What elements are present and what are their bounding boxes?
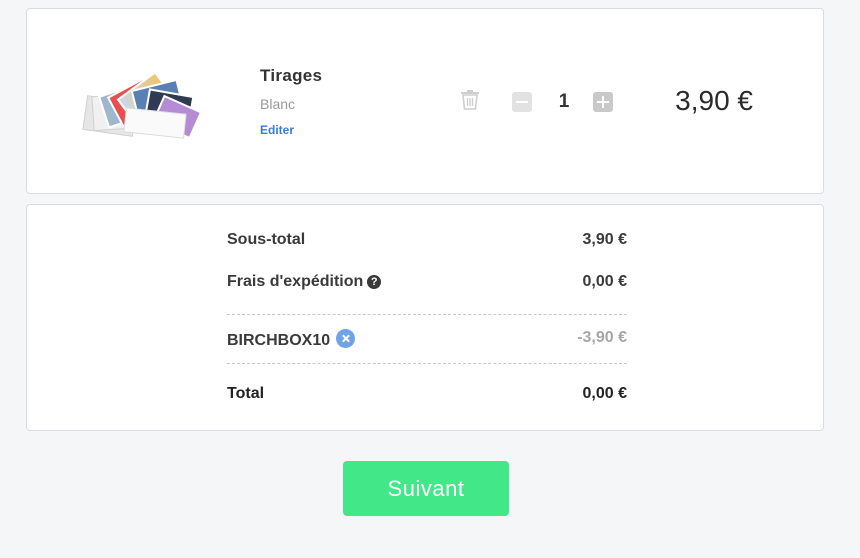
shipping-value: 0,00 € (582, 273, 627, 290)
next-button[interactable]: Suivant (343, 461, 509, 516)
decrease-quantity-button[interactable] (512, 92, 532, 112)
divider (227, 314, 627, 315)
product-title: Tirages (260, 66, 323, 85)
promo-row: BIRCHBOX10 -3,90 € (227, 329, 627, 351)
total-value: 0,00 € (582, 385, 627, 402)
question-circle-icon[interactable]: ? (367, 275, 382, 289)
product-variant: Blanc (260, 96, 296, 112)
quantity-value: 1 (558, 91, 570, 112)
photo-prints-thumbnail (79, 69, 207, 140)
promo-label-wrap: BIRCHBOX10 (227, 329, 356, 350)
shipping-label: Frais d'expédition (227, 273, 364, 290)
item-price: 3,90 € (675, 85, 753, 116)
trash-icon[interactable] (459, 89, 481, 111)
shipping-row: Frais d'expédition? 0,00 € (227, 273, 627, 295)
promo-code: BIRCHBOX10 (227, 332, 331, 349)
remove-circle-icon[interactable] (336, 329, 356, 348)
total-row: Total 0,00 € (227, 385, 627, 407)
cart-item-card: Tirages Blanc Editer 1 3,90 € (26, 8, 824, 194)
edit-item-link[interactable]: Editer (260, 123, 294, 137)
order-summary-card: Sous-total 3,90 € Frais d'expédition? 0,… (26, 204, 824, 431)
subtotal-label: Sous-total (227, 231, 306, 248)
subtotal-value: 3,90 € (582, 231, 627, 248)
divider (227, 363, 627, 364)
total-label: Total (227, 385, 265, 402)
increase-quantity-button[interactable] (593, 92, 613, 112)
promo-value: -3,90 € (577, 329, 627, 346)
shipping-label-wrap: Frais d'expédition? (227, 273, 382, 291)
subtotal-row: Sous-total 3,90 € (227, 231, 627, 253)
